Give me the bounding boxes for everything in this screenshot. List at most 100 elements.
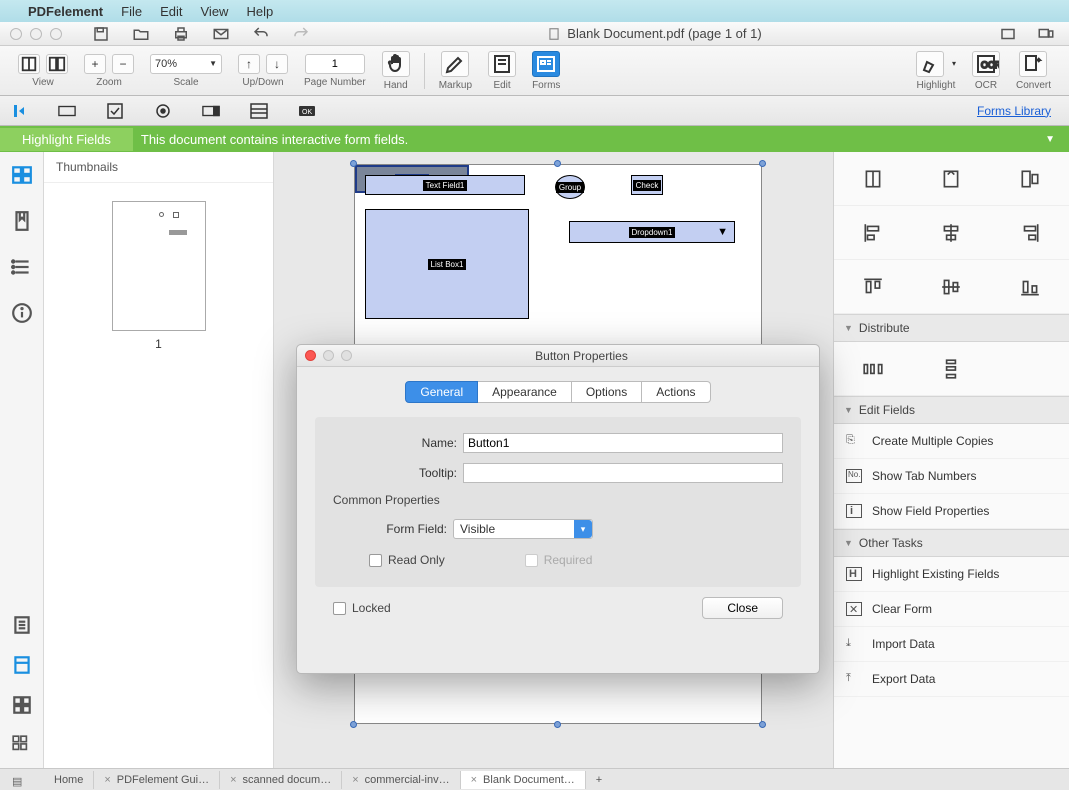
tab-home[interactable]: Home xyxy=(44,771,94,789)
rail-option3-icon[interactable] xyxy=(11,694,33,716)
text-field-tool-icon[interactable] xyxy=(58,103,76,119)
dialog-close-icon[interactable] xyxy=(305,350,316,361)
tab-options[interactable]: Options xyxy=(572,381,642,403)
zoom-select[interactable]: 70%▼ xyxy=(150,54,222,74)
other-tasks-section[interactable]: ▼Other Tasks xyxy=(834,529,1069,557)
rail-option1-icon[interactable] xyxy=(11,614,33,636)
tooltip-input[interactable] xyxy=(463,463,783,483)
app-name[interactable]: PDFelement xyxy=(28,4,103,19)
highlight-fields-button[interactable]: Highlight Fields xyxy=(0,128,133,151)
read-only-checkbox[interactable]: Read Only xyxy=(369,553,445,567)
devices-icon[interactable] xyxy=(1037,25,1055,43)
align-top-icon[interactable] xyxy=(862,276,884,298)
tab-doc3[interactable]: ×commercial-inv… xyxy=(342,771,460,789)
traffic-max[interactable] xyxy=(50,28,62,40)
close-button[interactable]: Close xyxy=(702,597,783,619)
edit-icon[interactable] xyxy=(488,51,516,77)
listbox-tool-icon[interactable] xyxy=(250,103,268,119)
align-middle-icon[interactable] xyxy=(940,276,962,298)
bookmarks-tab-icon[interactable] xyxy=(11,210,33,232)
mail-icon[interactable] xyxy=(212,25,230,43)
menu-help[interactable]: Help xyxy=(246,4,273,19)
form-dropdown[interactable]: Dropdown1▼ xyxy=(569,221,735,243)
distribute-h-icon[interactable] xyxy=(862,358,884,380)
page-down-icon[interactable]: ↓ xyxy=(266,54,288,74)
dialog-min-icon[interactable] xyxy=(323,350,334,361)
checkbox-tool-icon[interactable] xyxy=(106,103,124,119)
align-icon-3[interactable] xyxy=(1019,168,1041,190)
folder-icon[interactable] xyxy=(132,25,150,43)
save-icon[interactable] xyxy=(92,25,110,43)
highlight-existing-item[interactable]: HHighlight Existing Fields xyxy=(834,557,1069,592)
tab-doc1[interactable]: ×PDFelement Gui… xyxy=(94,771,220,789)
align-left-icon[interactable] xyxy=(862,222,884,244)
form-checkbox[interactable]: Check xyxy=(631,175,663,195)
page-thumbnail[interactable] xyxy=(112,201,206,331)
align-center-icon[interactable] xyxy=(940,222,962,244)
form-text-field[interactable]: Text Field1 xyxy=(365,175,525,195)
document-tabs: ▤ Home ×PDFelement Gui… ×scanned docum… … xyxy=(0,768,1069,790)
new-tab-button[interactable]: + xyxy=(586,771,612,789)
redo-icon[interactable] xyxy=(292,25,310,43)
hand-tool-icon[interactable] xyxy=(382,51,410,77)
print-icon[interactable] xyxy=(172,25,190,43)
forms-library-link[interactable]: Forms Library xyxy=(977,104,1051,118)
dropdown-tool-icon[interactable] xyxy=(202,103,220,119)
thumbnails-tab-icon[interactable] xyxy=(11,164,33,186)
scale-label: Scale xyxy=(173,77,198,88)
edit-fields-section[interactable]: ▼Edit Fields xyxy=(834,396,1069,424)
forms-icon[interactable] xyxy=(532,51,560,77)
align-icon-2[interactable] xyxy=(940,168,962,190)
view-double-icon[interactable] xyxy=(46,54,68,74)
show-tab-numbers-item[interactable]: No.Show Tab Numbers xyxy=(834,459,1069,494)
align-bottom-icon[interactable] xyxy=(1019,276,1041,298)
export-data-item[interactable]: ⤒Export Data xyxy=(834,662,1069,697)
window-titlebar: Blank Document.pdf (page 1 of 1) xyxy=(0,22,1069,46)
menu-view[interactable]: View xyxy=(201,4,229,19)
info-tab-icon[interactable] xyxy=(11,302,33,324)
window-tool-icon[interactable] xyxy=(999,25,1017,43)
align-right-icon[interactable] xyxy=(1019,222,1041,244)
traffic-close[interactable] xyxy=(10,28,22,40)
convert-icon[interactable] xyxy=(1019,51,1047,77)
name-input[interactable] xyxy=(463,433,783,453)
collapse-toolbar-icon[interactable] xyxy=(12,103,28,119)
system-menubar: PDFelement File Edit View Help xyxy=(0,0,1069,22)
banner-collapse-icon[interactable]: ▼ xyxy=(1045,134,1069,145)
clear-form-item[interactable]: ✕Clear Form xyxy=(834,592,1069,627)
menu-file[interactable]: File xyxy=(121,4,142,19)
tabs-menu-icon[interactable]: ▤ xyxy=(12,775,22,788)
locked-checkbox[interactable]: Locked xyxy=(333,601,391,615)
tab-general[interactable]: General xyxy=(405,381,478,403)
form-field-select[interactable]: Visible ▾ xyxy=(453,519,593,539)
tab-doc4[interactable]: ×Blank Document… xyxy=(461,771,586,789)
form-list-box[interactable]: List Box1 xyxy=(365,209,529,319)
page-number-input[interactable] xyxy=(305,54,365,74)
distribute-v-icon[interactable] xyxy=(940,358,962,380)
ocr-icon[interactable]: OCR xyxy=(972,51,1000,77)
markup-icon[interactable] xyxy=(441,51,469,77)
tab-doc2[interactable]: ×scanned docum… xyxy=(220,771,342,789)
rail-option4-icon[interactable] xyxy=(11,734,33,756)
zoom-out-icon[interactable]: − xyxy=(112,54,134,74)
view-single-icon[interactable] xyxy=(18,54,40,74)
radio-tool-icon[interactable] xyxy=(154,103,172,119)
create-copies-item[interactable]: ⎘Create Multiple Copies xyxy=(834,424,1069,459)
import-data-item[interactable]: ⤓Import Data xyxy=(834,627,1069,662)
show-field-props-item[interactable]: iShow Field Properties xyxy=(834,494,1069,529)
form-radio-group[interactable]: Group xyxy=(555,175,585,199)
button-tool-icon[interactable]: OK xyxy=(298,103,316,119)
align-icon-1[interactable] xyxy=(862,168,884,190)
page-up-icon[interactable]: ↑ xyxy=(238,54,260,74)
traffic-min[interactable] xyxy=(30,28,42,40)
undo-icon[interactable] xyxy=(252,25,270,43)
tab-appearance[interactable]: Appearance xyxy=(478,381,572,403)
highlight-tool-icon[interactable] xyxy=(916,51,944,77)
outline-tab-icon[interactable] xyxy=(11,256,33,278)
dialog-max-icon[interactable] xyxy=(341,350,352,361)
zoom-in-icon[interactable]: + xyxy=(84,54,106,74)
rail-option2-icon[interactable] xyxy=(11,654,33,676)
menu-edit[interactable]: Edit xyxy=(160,4,182,19)
distribute-section[interactable]: ▼Distribute xyxy=(834,314,1069,342)
tab-actions[interactable]: Actions xyxy=(642,381,710,403)
